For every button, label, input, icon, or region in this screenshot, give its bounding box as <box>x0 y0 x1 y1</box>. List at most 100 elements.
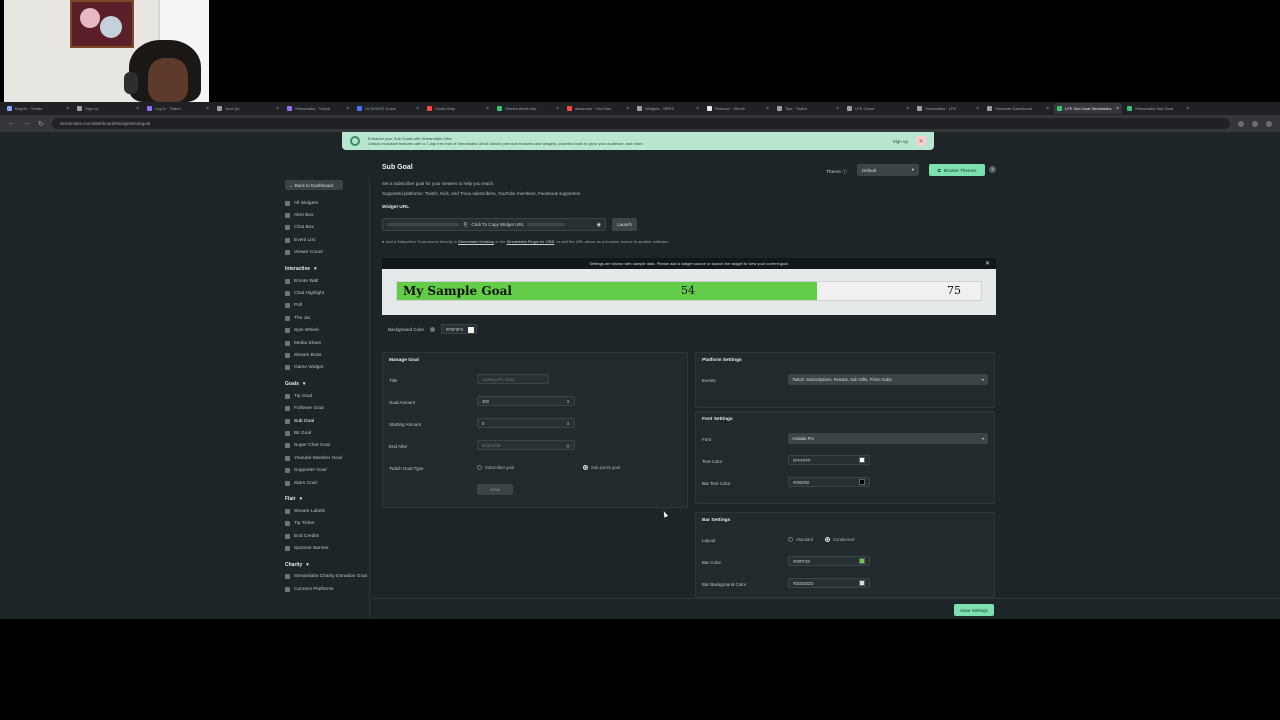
close-tab-icon[interactable]: × <box>66 106 69 112</box>
browser-tab[interactable]: Your Qu × <box>214 103 282 114</box>
close-tab-icon[interactable]: × <box>836 106 839 112</box>
events-select[interactable]: Twitch: Subscriptions, Resubs, Sub Gifts… <box>788 374 988 385</box>
close-tab-icon[interactable]: × <box>1116 106 1119 112</box>
layout-standard-radio[interactable]: Standard <box>788 537 813 542</box>
background-color-input[interactable]: #F0F0F0 <box>441 324 478 334</box>
sidebar-section-flair[interactable]: Flair ▾ <box>285 493 371 505</box>
sidebar-item-chat-highlight[interactable]: Chat Highlight <box>285 287 371 299</box>
sidebar-item-game-widget[interactable]: Game Widget <box>285 362 371 374</box>
save-settings-button[interactable]: Save Settings <box>954 604 994 616</box>
close-tab-icon[interactable]: × <box>276 106 279 112</box>
sidebar-item-chat-box[interactable]: Chat Box <box>285 222 371 234</box>
text-color-input[interactable]: #FFFFFF <box>788 455 870 465</box>
sub-points-goal-radio[interactable]: Sub points goal <box>583 465 620 470</box>
extensions-icon[interactable] <box>1252 120 1258 127</box>
starting-amount-input[interactable]: 0 ⇕ <box>477 418 575 428</box>
color-swatch[interactable] <box>468 327 475 333</box>
sidebar-item-the-jar[interactable]: The Jar <box>285 312 371 324</box>
browser-tab[interactable]: Streamlabs Sub Goal × <box>1124 103 1192 114</box>
close-tab-icon[interactable]: × <box>346 106 349 112</box>
close-tab-icon[interactable]: × <box>206 106 209 112</box>
close-icon[interactable]: ✕ <box>985 260 990 267</box>
sidebar-item-poll[interactable]: Poll <box>285 300 371 312</box>
close-icon[interactable]: ✕ <box>916 136 926 146</box>
close-tab-icon[interactable]: × <box>626 106 629 112</box>
browser-tab[interactable]: LFE Game × <box>844 103 912 114</box>
streamlabs-desktop-link[interactable]: Streamlabs Desktop <box>458 239 494 244</box>
theme-select[interactable]: Default ▾ <box>857 164 919 176</box>
color-swatch[interactable] <box>859 479 865 485</box>
sidebar-item-sub-goal[interactable]: Sub Goal <box>285 415 371 427</box>
browser-tab[interactable]: LFE Sub Goal Streamlabs × <box>1054 103 1122 114</box>
close-tab-icon[interactable]: × <box>136 106 139 112</box>
help-icon[interactable]: ? <box>989 166 996 173</box>
sidebar-item-tip-ticker[interactable]: Tip Ticker <box>285 518 371 530</box>
sidebar-item-bit-goal[interactable]: Bit Goal <box>285 427 371 439</box>
save-goal-button[interactable]: Save <box>477 484 513 495</box>
sidebar-item-viewer-count[interactable]: Viewer Count <box>285 247 371 259</box>
sidebar-item-stream-labels[interactable]: Stream Labels <box>285 505 371 517</box>
close-tab-icon[interactable]: × <box>906 106 909 112</box>
browser-tab[interactable]: ULTIMATE Guide × <box>354 103 422 114</box>
sidebar-section-goals[interactable]: Goals ▾ <box>285 378 371 390</box>
close-tab-icon[interactable]: × <box>1186 106 1189 112</box>
title-input[interactable]: Gaming PC Goal <box>477 374 549 384</box>
sidebar-item-event-list[interactable]: Event List <box>285 234 371 246</box>
reload-icon[interactable]: ↻ <box>38 120 44 128</box>
color-swatch[interactable] <box>859 558 865 564</box>
sidebar-item-youtube-member-goal[interactable]: Youtube Member Goal <box>285 452 371 464</box>
subscriber-goal-radio[interactable]: Subscriber goal <box>477 465 514 470</box>
forward-arrow-icon[interactable]: → <box>23 120 30 127</box>
browser-tab[interactable]: Streamlabs · LFE × <box>914 103 982 114</box>
sidebar-item-super-chat-goal[interactable]: Super Chat Goal <box>285 440 371 452</box>
browser-tab[interactable]: awesome · YouTube × <box>564 103 632 114</box>
widget-url-field[interactable]: ⎘ Click To Copy Widget URL ◉ <box>382 218 606 231</box>
eye-icon[interactable]: ◉ <box>597 222 601 228</box>
sidebar-item-end-credits[interactable]: End Credits <box>285 530 371 542</box>
bookmark-icon[interactable] <box>1238 120 1244 127</box>
bar-background-color-input[interactable]: #DDDDDD <box>788 578 870 588</box>
close-tab-icon[interactable]: × <box>696 106 699 112</box>
browser-tab[interactable]: Sign up × <box>74 103 142 114</box>
sidebar-item-follower-goal[interactable]: Follower Goal <box>285 402 371 414</box>
sidebar-item-streamlabs-charity-donation-goal[interactable]: Streamlabs Charity Donation Goal <box>285 571 371 583</box>
browser-tab[interactable]: Bug fix · Twitter × <box>4 103 72 114</box>
obs-plugin-link[interactable]: Streamlabs Plugin for OBS <box>506 239 554 244</box>
launch-button[interactable]: Launch <box>612 218 637 231</box>
url-field[interactable]: streamlabs.com/dashboard#/widgets/subgoa… <box>51 118 1230 129</box>
close-tab-icon[interactable]: × <box>976 106 979 112</box>
browser-tab[interactable]: Streamer Dashboard × <box>984 103 1052 114</box>
sidebar-item-stars-goal[interactable]: Stars Goal <box>285 477 371 489</box>
sidebar-item-spin-wheel[interactable]: Spin Wheel <box>285 325 371 337</box>
browse-themes-button[interactable]: ⧉ Browse Themes <box>929 164 985 176</box>
close-tab-icon[interactable]: × <box>556 106 559 112</box>
close-tab-icon[interactable]: × <box>416 106 419 112</box>
sidebar-item-stream-boss[interactable]: Stream Boss <box>285 349 371 361</box>
sidebar-section-charity[interactable]: Charity ▾ <box>285 559 371 571</box>
promo-signup-link[interactable]: Sign up <box>893 139 908 144</box>
font-select[interactable]: Andada Pro ▾ <box>788 433 988 444</box>
browser-tab[interactable]: Streamlabs · Twitch × <box>284 103 352 114</box>
browser-tab[interactable]: Goals Help × <box>424 103 492 114</box>
color-swatch[interactable] <box>859 580 865 586</box>
sidebar-item-connect-platforms[interactable]: Connect Platforms <box>285 583 371 595</box>
layout-condensed-radio[interactable]: Condensed <box>825 537 854 542</box>
close-tab-icon[interactable]: × <box>766 106 769 112</box>
sidebar-item-emote-wall[interactable]: Emote Wall <box>285 275 371 287</box>
sidebar-section-interactive[interactable]: Interactive ▾ <box>285 263 371 275</box>
profile-icon[interactable] <box>1266 120 1272 127</box>
browser-tab[interactable]: Stream Alerts Bar × <box>494 103 562 114</box>
back-arrow-icon[interactable]: ← <box>8 120 15 127</box>
color-swatch[interactable] <box>859 457 865 463</box>
sidebar-item-media-share[interactable]: Media Share <box>285 337 371 349</box>
back-to-dashboard-button[interactable]: ← Back to Dashboard <box>285 180 343 190</box>
sidebar-item-all-widgets[interactable]: All Widgets <box>285 197 371 209</box>
close-tab-icon[interactable]: × <box>486 106 489 112</box>
bar-text-color-input[interactable]: #000000 <box>788 477 870 487</box>
sidebar-item-supporter-goal[interactable]: Supporter Goal <box>285 464 371 476</box>
goal-amount-input[interactable]: 300 ⇕ <box>477 396 575 406</box>
sidebar-item-sponsor-banner[interactable]: Sponsor Banner <box>285 542 371 554</box>
browser-tab[interactable]: Tips · Twitch × <box>774 103 842 114</box>
sidebar-item-tip-goal[interactable]: Tip Goal <box>285 390 371 402</box>
browser-tab[interactable]: Release · Github × <box>704 103 772 114</box>
